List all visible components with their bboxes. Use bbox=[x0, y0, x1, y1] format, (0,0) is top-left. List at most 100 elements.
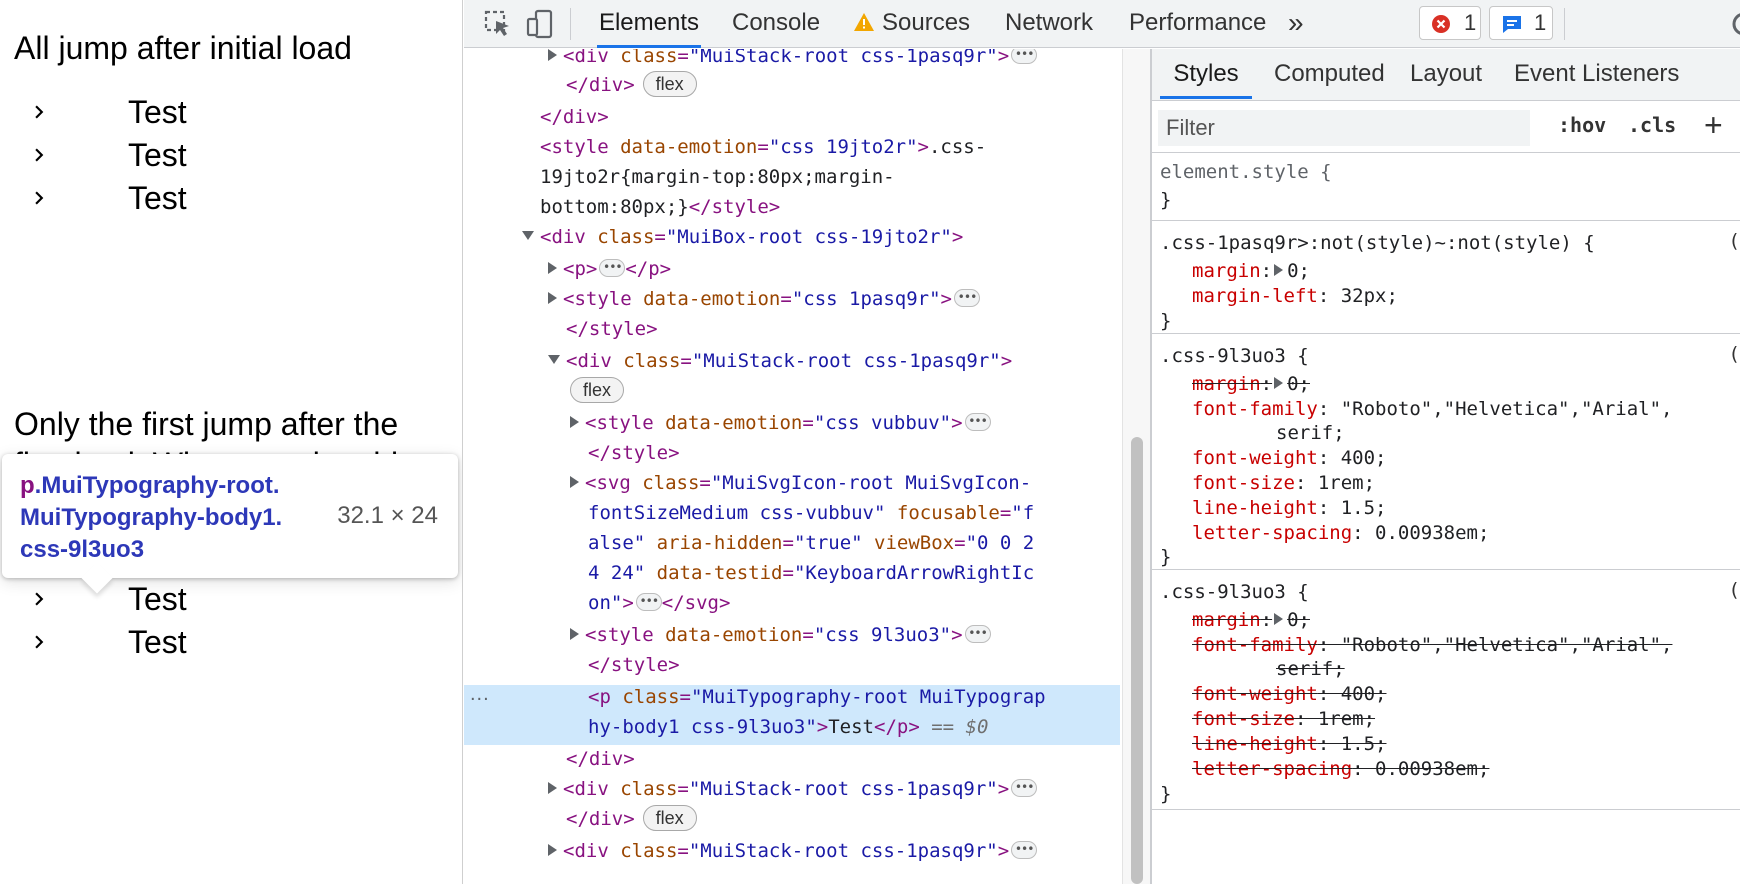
dom-node[interactable]: </style> bbox=[566, 314, 658, 344]
dom-node[interactable]: </style> bbox=[588, 650, 680, 680]
style-declaration[interactable]: font-size: 1rem; bbox=[1192, 470, 1375, 496]
style-declaration[interactable]: margin: 0; bbox=[1192, 258, 1310, 284]
style-declaration[interactable]: margin-left: 32px; bbox=[1192, 283, 1398, 309]
style-declaration[interactable]: font-weight: 400; bbox=[1192, 445, 1386, 471]
style-declaration[interactable]: line-height: 1.5; bbox=[1192, 495, 1386, 521]
dom-node[interactable]: </div> flex bbox=[566, 804, 697, 834]
scrollbar-thumb[interactable] bbox=[1131, 437, 1143, 884]
list-item: Test bbox=[26, 174, 226, 222]
style-declaration[interactable]: letter-spacing: 0.00938em; bbox=[1192, 520, 1489, 546]
section-title-1: All jump after initial load bbox=[14, 30, 352, 66]
dom-node[interactable]: <style data-emotion="css 1pasq9r"> ••• bbox=[548, 284, 980, 314]
dom-node[interactable]: <div class="MuiStack-root css-1pasq9r"> •… bbox=[548, 49, 1038, 71]
dom-node[interactable]: </div> bbox=[540, 102, 609, 132]
dom-node-selected-cont[interactable]: hy-body1 css-9l3uo3">Test</p> == $0 bbox=[588, 712, 988, 742]
tab-console[interactable]: Console bbox=[732, 0, 820, 48]
style-declaration[interactable]: font-family: "Roboto","Helvetica","Arial… bbox=[1192, 396, 1672, 422]
list-item: Test bbox=[26, 131, 226, 179]
warning-icon bbox=[854, 13, 874, 31]
dom-node[interactable]: </div> bbox=[566, 744, 635, 774]
list-item-label: Test bbox=[128, 624, 187, 660]
dom-node[interactable]: </div> flex bbox=[566, 70, 697, 100]
error-count: 1 bbox=[1464, 10, 1477, 35]
class-toggle-button[interactable]: .cls bbox=[1628, 113, 1676, 137]
dom-node-badge[interactable]: flex bbox=[570, 376, 625, 406]
dom-node-attrs: on"> ••• </svg> bbox=[588, 592, 731, 614]
list-item-label: Test bbox=[128, 94, 187, 130]
style-declaration-overridden[interactable]: font-weight: 400; bbox=[1192, 681, 1386, 707]
settings-gear-icon[interactable] bbox=[1728, 8, 1740, 40]
node-actions-ellipsis[interactable]: ... bbox=[470, 683, 490, 706]
tab-sources[interactable]: Sources bbox=[882, 0, 970, 48]
styles-pane: Styles Computed Layout Event Listeners :… bbox=[1152, 49, 1740, 884]
style-declaration-cont: serif; bbox=[1276, 422, 1345, 444]
dom-node[interactable]: <div class="MuiStack-root css-1pasq9r"> bbox=[548, 346, 1012, 376]
dom-node[interactable]: <p> ••• </p> bbox=[548, 254, 671, 284]
tab-computed[interactable]: Computed bbox=[1274, 49, 1385, 99]
chevron-right-icon bbox=[35, 148, 44, 162]
dom-node[interactable]: <style data-emotion="css 19jto2r">.css- bbox=[540, 132, 986, 162]
message-count-badge[interactable]: 1 bbox=[1489, 6, 1553, 40]
toolbar-separator bbox=[1564, 8, 1565, 40]
dom-node[interactable]: </style> bbox=[588, 438, 680, 468]
dom-node[interactable]: <div class="MuiStack-root css-1pasq9r"> •… bbox=[548, 836, 1038, 866]
tooltip-class-2: MuiTypography-body1. bbox=[20, 504, 283, 531]
chevron-right-icon bbox=[35, 635, 44, 649]
style-declaration-overridden[interactable]: font-size: 1rem; bbox=[1192, 706, 1375, 732]
dom-node[interactable]: <style data-emotion="css 9l3uo3"> ••• bbox=[570, 620, 991, 650]
rule-selector[interactable]: .css-9l3uo3 { bbox=[1160, 343, 1309, 369]
dom-node[interactable]: <style data-emotion="css vubbuv"> ••• bbox=[570, 408, 991, 438]
rule-selector[interactable]: .css-9l3uo3 { bbox=[1160, 579, 1309, 605]
tab-layout[interactable]: Layout bbox=[1410, 49, 1482, 99]
elements-scrollbar[interactable] bbox=[1122, 49, 1150, 884]
style-declaration-overridden[interactable]: font-family: "Roboto","Helvetica","Arial… bbox=[1192, 632, 1672, 658]
tooltip-class-1: .MuiTypography-root. bbox=[34, 472, 280, 499]
new-rule-button[interactable]: + bbox=[1704, 107, 1723, 144]
chevron-right-icon bbox=[35, 592, 44, 606]
tab-performance[interactable]: Performance bbox=[1129, 0, 1266, 48]
rule-close: } bbox=[1160, 546, 1172, 568]
style-declaration-overridden[interactable]: margin: 0; bbox=[1192, 371, 1310, 397]
list-item-label: Test bbox=[128, 180, 187, 216]
tooltip-class-3: css-9l3uo3 bbox=[20, 536, 145, 563]
dom-node[interactable]: <div class="MuiBox-root css-19jto2r"> bbox=[522, 222, 963, 252]
rule-selector[interactable]: .css-1pasq9r>:not(style)~:not(style) { bbox=[1160, 230, 1595, 256]
dom-node[interactable]: <div class="MuiStack-root css-1pasq9r"> •… bbox=[548, 774, 1038, 804]
dom-node[interactable]: <svg class="MuiSvgIcon-root MuiSvgIcon- bbox=[570, 468, 1031, 498]
style-rule-overridden: .css-9l3uo3 { ( margin: 0; font-family: "… bbox=[1152, 570, 1740, 810]
tab-elements[interactable]: Elements bbox=[597, 0, 701, 48]
tooltip-tag: p bbox=[20, 472, 35, 499]
dom-node-selected[interactable]: <p class="MuiTypography-root MuiTypograp bbox=[588, 682, 1046, 712]
hover-state-button[interactable]: :hov bbox=[1558, 113, 1606, 137]
style-rule: .css-9l3uo3 { ( margin: 0; font-family: "… bbox=[1152, 334, 1740, 570]
style-declaration-overridden[interactable]: letter-spacing: 0.00938em; bbox=[1192, 756, 1489, 782]
rule-source-link[interactable]: ( bbox=[1729, 579, 1740, 601]
styles-filter-input[interactable] bbox=[1158, 110, 1530, 146]
devtools-panel: Elements Console Sources Network Perform… bbox=[464, 0, 1740, 884]
list-item: Test bbox=[26, 618, 226, 666]
inspect-element-icon[interactable] bbox=[482, 8, 514, 40]
tab-network[interactable]: Network bbox=[1005, 0, 1093, 48]
dom-node-attrs: fontSizeMedium css-vubbuv" focusable="f bbox=[588, 502, 1035, 524]
elements-tree: ... <div class="MuiStack-root css-1pasq9… bbox=[464, 49, 1150, 884]
dom-node-text: 19jto2r{margin-top:80px;margin- bbox=[540, 166, 895, 188]
dom-node-text: bottom:80px;}</style> bbox=[540, 196, 781, 218]
style-rule: .css-1pasq9r>:not(style)~:not(style) { (… bbox=[1152, 221, 1740, 334]
rule-source-link[interactable]: ( bbox=[1729, 230, 1740, 252]
styles-filter-bar: :hov .cls + bbox=[1152, 101, 1740, 153]
rule-selector[interactable]: element.style { bbox=[1160, 159, 1332, 185]
dom-node-attrs: 4 24" data-testid="KeyboardArrowRightIc bbox=[588, 562, 1035, 584]
tab-styles[interactable]: Styles bbox=[1160, 49, 1252, 99]
error-count-badge[interactable]: 1 bbox=[1419, 6, 1481, 40]
message-count: 1 bbox=[1534, 10, 1547, 35]
device-toolbar-icon[interactable] bbox=[524, 8, 556, 40]
style-declaration-overridden[interactable]: margin: 0; bbox=[1192, 607, 1310, 633]
page-preview: All jump after initial load Test Test Te… bbox=[0, 0, 463, 884]
list-item: Test bbox=[26, 88, 226, 136]
tab-event-listeners[interactable]: Event Listeners bbox=[1514, 49, 1679, 99]
more-tabs-button[interactable]: » bbox=[1288, 0, 1304, 48]
list-item-label: Test bbox=[128, 137, 187, 173]
rule-source-link[interactable]: ( bbox=[1729, 343, 1740, 365]
chevron-right-icon bbox=[35, 191, 44, 205]
style-declaration-overridden[interactable]: line-height: 1.5; bbox=[1192, 731, 1386, 757]
